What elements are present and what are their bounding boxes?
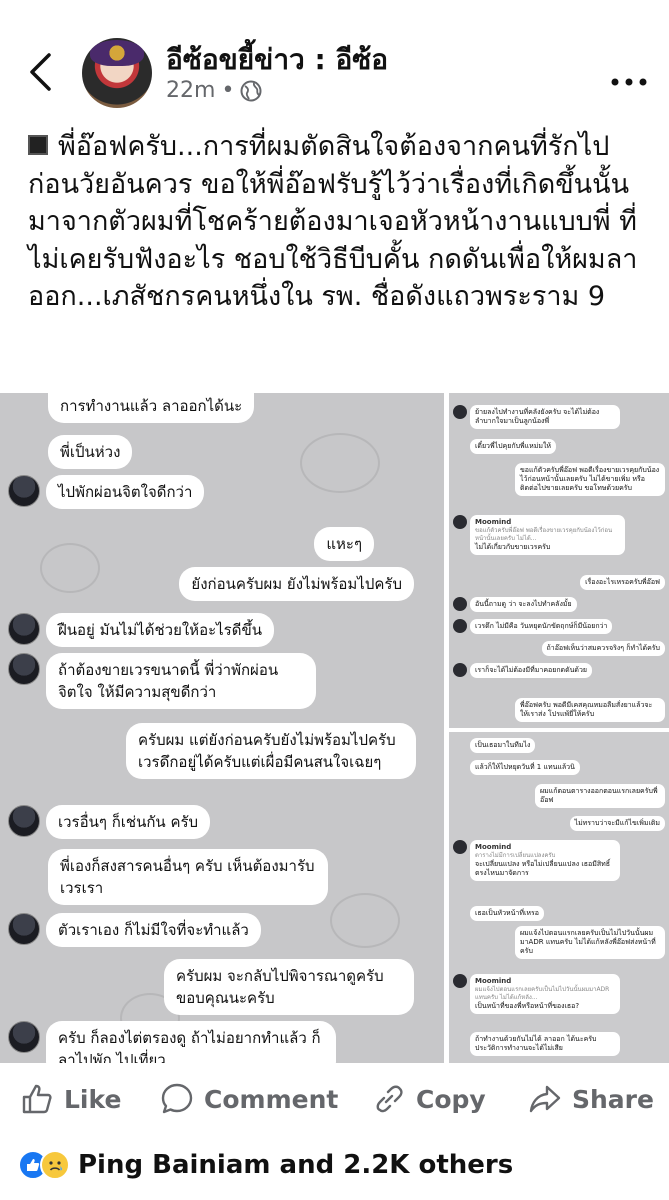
- more-options-button[interactable]: [611, 60, 647, 95]
- share-arrow-icon: [529, 1085, 561, 1113]
- share-button[interactable]: Share: [528, 1082, 654, 1116]
- chat-message: ยังก่อนครับผม ยังไม่พร้อมไปครับ: [179, 567, 414, 601]
- chat-message: ไม่ได้เกี่ยวกับขายเวรครับ: [475, 543, 551, 551]
- thumbs-up-icon: [22, 1084, 52, 1114]
- contact-avatar: [453, 597, 467, 611]
- contact-avatar: [8, 913, 40, 945]
- copy-button[interactable]: Copy: [372, 1082, 486, 1116]
- like-button[interactable]: Like: [20, 1082, 121, 1116]
- post-text: พี่อ๊อฟครับ...การที่ผมตัดสินใจต้องจากคนท…: [28, 131, 638, 312]
- chat-message: พี่อ๊อฟครับ พอดีมีเคสคุณหมอลืมสั่งยาแล้ว…: [515, 698, 665, 722]
- chat-message: เวรดึก ไม่มีคือ วันหยุดนักขัตฤกษ์ก็มีน้อ…: [470, 619, 613, 634]
- post-header: อีซ้อขยี้ข่าว : อีซ้อ 22m •: [0, 0, 669, 120]
- meta-separator: •: [221, 78, 235, 103]
- reactions-text: Ping Bainiam and 2.2K others: [78, 1150, 514, 1180]
- chat-message: พี่เองก็สงสารคนอื่นๆ ครับ เห็นต้องมารับเ…: [48, 849, 328, 905]
- reply-quote: ขอแก้ตัวครับพี่อ๊อฟ พอดีเรื่องขายเวรคุยก…: [475, 527, 613, 542]
- contact-avatar: [8, 1021, 40, 1053]
- post-action-bar: Like Comment Copy Share: [0, 1070, 669, 1128]
- chat-message: ถ้าอ๊อฟเห็นว่าสมควรจริงๆ ก็ทำได้ครับ: [541, 641, 665, 656]
- reply-sender: Moomind: [475, 843, 512, 851]
- chat-message: แหะๆ: [314, 527, 374, 561]
- chat-message: เวรอื่นๆ ก็เช่นกัน ครับ: [46, 805, 211, 839]
- reply-sender: Moomind: [475, 977, 512, 985]
- chat-message: ผมแก้ตอนตารางออกตอนแรกเลยครับพี่อ๊อฟ: [535, 784, 665, 808]
- contact-avatar: [453, 515, 467, 529]
- chat-message: ไปพักผ่อนจิตใจดีกว่า: [46, 475, 205, 509]
- like-label: Like: [64, 1084, 122, 1114]
- chat-message: ตัวเราเอง ก็ไม่มีใจที่จะทำแล้ว: [46, 913, 261, 947]
- more-dots-icon: [611, 78, 647, 86]
- contact-avatar: [453, 405, 467, 419]
- chat-message: ครับผม แต่ยังก่อนครับยังไม่พร้อมไปครับ เ…: [126, 723, 416, 779]
- chat-message: ขอแก้ตัวครับพี่อ๊อฟ พอดีเรื่องขายเวรคุยก…: [515, 463, 665, 496]
- contact-avatar: [8, 653, 40, 685]
- chat-message: จะเปลี่ยนแปลง หรือไม่เปลี่ยนแปลง เธอมีสิ…: [475, 860, 611, 877]
- globe-icon[interactable]: [240, 80, 262, 102]
- comment-button[interactable]: Comment: [160, 1082, 338, 1116]
- square-bullet-icon: [28, 134, 48, 155]
- chat-message: อันนี้ถามดู ว่า จะลงไปทำคลังมั้ย: [470, 597, 577, 612]
- chat-message: เราก็จะได้ไม่ต้องมีที่มาคอยกดดันด้วย: [470, 663, 593, 678]
- chat-message: เธอเป็นหัวหน้าที่เหรอ: [470, 906, 544, 921]
- reply-message: Moomind ตารางไม่มีการเปลี่ยนแปลงครับ จะเ…: [470, 840, 620, 881]
- chat-screenshot-left[interactable]: การทำงานแล้ว ลาออกได้นะ พี่เป็นห่วง ไปพั…: [0, 393, 444, 1063]
- chat-message: แล้วก็ให้ไปหยุดวันที่ 1 แทนแล้วนิ: [470, 760, 580, 775]
- chat-message: ย้ายลงไปทำงานที่คลังยังครับ จะได้ไม่ต้อง…: [470, 405, 620, 429]
- chat-message: ถ้าทำงานด้วยกันไม่ได้ ลาออก ได้นะครับ ปร…: [470, 1032, 620, 1056]
- contact-avatar: [453, 619, 467, 633]
- sad-reaction-icon: [40, 1150, 70, 1180]
- contact-avatar: [8, 805, 40, 837]
- share-label: Share: [572, 1084, 654, 1114]
- chat-message: เรื่องอะไรเหรอครับพี่อ๊อฟ: [580, 575, 665, 590]
- contact-avatar: [453, 663, 467, 677]
- contact-avatar: [453, 974, 467, 988]
- contact-avatar: [8, 475, 40, 507]
- page-name[interactable]: อีซ้อขยี้ข่าว : อีซ้อ: [166, 38, 388, 82]
- chat-screenshot-right-bottom[interactable]: เป็นเธอมาในทีมไง แล้วก็ให้ไปหยุดวันที่ 1…: [449, 732, 669, 1063]
- back-button[interactable]: [20, 48, 60, 96]
- chat-message: ฝืนอยู่ มันไม่ได้ช่วยให้อะไรดีขึ้น: [46, 613, 274, 647]
- chat-message: เป็นหน้าที่ของพี่หรือหน้าที่ของเธอ?: [475, 1002, 580, 1010]
- chevron-left-icon: [30, 53, 51, 91]
- chat-message: ถ้าต้องขายเวรขนาดนี้ พี่ว่าพักผ่อนจิตใจ …: [46, 653, 316, 709]
- reply-sender: Moomind: [475, 518, 512, 526]
- chat-message: เป็นเธอมาในทีมไง: [470, 738, 536, 753]
- reply-quote: ผมแจ้งไปตอนแรกเลยครับเป็นไม่ไปวันนั้นผมม…: [475, 986, 610, 1001]
- comment-bubble-icon: [161, 1083, 193, 1114]
- chat-message: ไม่ทราบว่าจะมีแก้ไขเพิ่มเติม: [569, 816, 665, 831]
- copy-label: Copy: [416, 1084, 486, 1114]
- reply-message: Moomind ขอแก้ตัวครับพี่อ๊อฟ พอดีเรื่องขา…: [470, 515, 625, 555]
- post-time[interactable]: 22m: [166, 78, 215, 103]
- post-body: พี่อ๊อฟครับ...การที่ผมตัดสินใจต้องจากคนท…: [28, 128, 648, 316]
- chat-message: ครับ ก็ลองไต่ตรองดู ถ้าไม่อยากทำแล้ว ก็ล…: [46, 1021, 336, 1063]
- chat-message: เดี๋ยวพี่ไปคุยกับพี่แหม่มให้: [470, 439, 557, 454]
- chat-screenshot-right-top[interactable]: ย้ายลงไปทำงานที่คลังยังครับ จะได้ไม่ต้อง…: [449, 393, 669, 728]
- contact-avatar: [453, 840, 467, 854]
- reply-message: Moomind ผมแจ้งไปตอนแรกเลยครับเป็นไม่ไปวั…: [470, 974, 620, 1014]
- chat-message: การทำงานแล้ว ลาออกได้นะ: [48, 393, 255, 423]
- link-icon: [376, 1085, 403, 1113]
- comment-label: Comment: [204, 1084, 339, 1114]
- page-avatar[interactable]: [82, 38, 152, 108]
- reactions-summary[interactable]: Ping Bainiam and 2.2K others: [18, 1150, 513, 1180]
- chat-message: ผมแจ้งไปตอนแรกเลยครับเป็นไม่ไปวันนั้นผมม…: [515, 926, 665, 959]
- chat-message: ครับผม จะกลับไปพิจารณาดูครับ ขอบคุณนะครั…: [164, 959, 414, 1015]
- chat-message: พี่เป็นห่วง: [48, 435, 133, 469]
- post-meta: 22m •: [166, 78, 262, 103]
- reply-quote: ตารางไม่มีการเปลี่ยนแปลงครับ: [475, 852, 556, 859]
- contact-avatar: [8, 613, 40, 645]
